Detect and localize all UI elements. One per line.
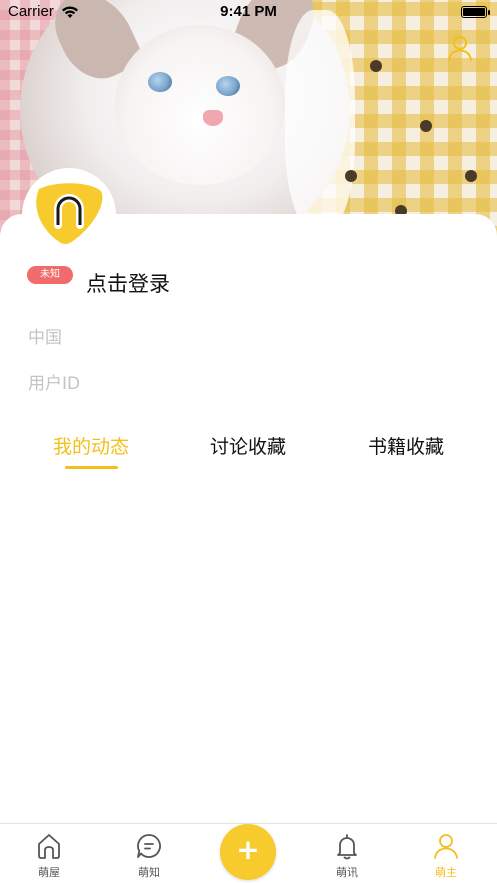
bottom-tab-bar: 萌屋 萌知 + 萌讯 萌主 (0, 823, 497, 883)
tab-book-favorites[interactable]: 书籍收藏 (336, 432, 476, 459)
user-icon[interactable] (446, 34, 474, 62)
chat-icon (137, 834, 161, 858)
gender-badge: 未知 (27, 266, 73, 284)
active-tab-indicator (65, 466, 118, 469)
add-post-button[interactable]: + (220, 824, 276, 880)
tab-discussion-favorites[interactable]: 讨论收藏 (178, 432, 318, 459)
tabbar-item-me[interactable]: 萌主 (416, 832, 476, 880)
tabbar-label-me: 萌主 (435, 866, 457, 879)
clock: 9:41 PM (220, 3, 277, 20)
user-id-label: 用户ID (28, 374, 81, 394)
tabbar-item-knowledge[interactable]: 萌知 (119, 832, 179, 880)
bell-icon (337, 834, 357, 860)
tab-my-posts[interactable]: 我的动态 (21, 432, 161, 459)
profile-tabs: 我的动态 讨论收藏 书籍收藏 (0, 432, 497, 476)
app-logo-icon (36, 183, 103, 244)
tabbar-label-news: 萌讯 (336, 866, 358, 879)
tabbar-item-news[interactable]: 萌讯 (317, 832, 377, 880)
tabbar-item-home[interactable]: 萌屋 (19, 832, 79, 880)
tabbar-label-home: 萌屋 (38, 866, 60, 879)
status-bar: Carrier 9:41 PM (0, 0, 497, 24)
profile-card (0, 214, 497, 834)
battery-icon (461, 6, 490, 18)
login-link[interactable]: 点击登录 (86, 268, 170, 298)
user-icon (434, 834, 458, 859)
region-label: 中国 (28, 328, 62, 348)
plus-icon: + (236, 833, 260, 866)
tabbar-label-knowledge: 萌知 (138, 866, 160, 879)
avatar[interactable] (22, 168, 116, 262)
home-icon (38, 834, 60, 859)
